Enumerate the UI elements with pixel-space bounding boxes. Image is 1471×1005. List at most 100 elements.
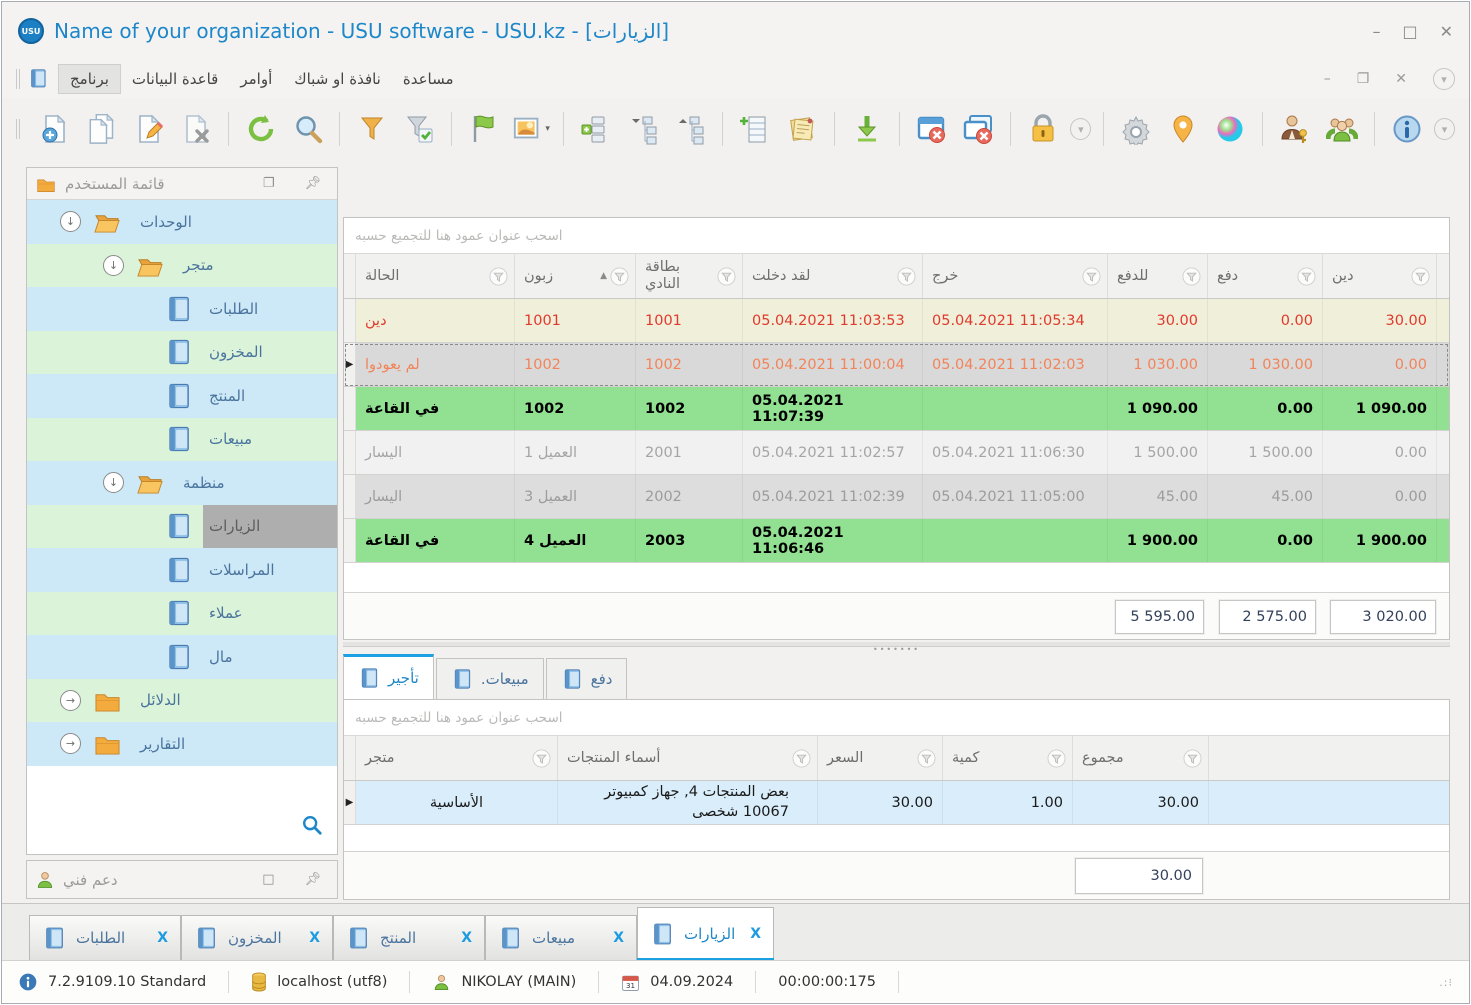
mdi-restore-button[interactable]: ❐ bbox=[1357, 71, 1370, 87]
doc-tab-2[interactable]: المنتجX bbox=[333, 915, 485, 960]
toolbar-grip[interactable] bbox=[16, 69, 20, 89]
column-header[interactable]: السعر bbox=[818, 736, 943, 780]
collapse-tree-icon[interactable] bbox=[623, 108, 663, 150]
collapse-twisty-icon[interactable]: ↓ bbox=[103, 472, 124, 493]
close-tab-icon[interactable]: X bbox=[309, 930, 320, 946]
minimize-button[interactable]: – bbox=[1372, 22, 1380, 41]
info-icon[interactable] bbox=[1387, 108, 1427, 150]
column-header[interactable]: بطاقة النادي bbox=[636, 254, 743, 298]
filter-funnel-icon[interactable] bbox=[1047, 749, 1066, 768]
add-table-icon[interactable] bbox=[735, 108, 775, 150]
close-window-icon[interactable] bbox=[912, 108, 952, 150]
notes-icon[interactable] bbox=[782, 108, 822, 150]
column-header[interactable]: متجر bbox=[356, 736, 558, 780]
close-tab-icon[interactable]: X bbox=[461, 930, 472, 946]
toolbar-overflow-chevron[interactable]: ▾ bbox=[1434, 118, 1455, 140]
column-header[interactable]: الحالة bbox=[356, 254, 515, 298]
refresh-icon[interactable] bbox=[241, 108, 281, 150]
detail-tab-1[interactable]: .مبيعات bbox=[436, 658, 544, 699]
tree-item-11[interactable]: →الدلائل bbox=[27, 679, 337, 723]
close-tab-icon[interactable]: X bbox=[157, 930, 168, 946]
column-header[interactable]: لقد دخلت bbox=[743, 254, 923, 298]
delete-record-icon[interactable] bbox=[176, 108, 216, 150]
filter-funnel-icon[interactable] bbox=[489, 267, 508, 286]
horizontal-splitter[interactable]: ••••••• bbox=[343, 642, 1450, 654]
flag-icon[interactable] bbox=[464, 108, 504, 150]
doc-tab-3[interactable]: مبيعاتX bbox=[485, 915, 637, 960]
edit-record-icon[interactable] bbox=[129, 108, 169, 150]
tree-item-12[interactable]: →التقارير bbox=[27, 722, 337, 766]
support-restore-button[interactable]: □ bbox=[262, 872, 274, 887]
toolbar-more-chevron[interactable]: ▾ bbox=[1070, 118, 1091, 140]
sidebar-float-button[interactable]: ❐ bbox=[263, 176, 275, 191]
column-header[interactable]: خرج bbox=[923, 254, 1108, 298]
new-record-icon[interactable] bbox=[35, 108, 75, 150]
tree-item-4[interactable]: المنتج bbox=[27, 374, 337, 418]
visits-table-row[interactable]: ▶لم يعودوا1002100205.04.2021 11:00:0405.… bbox=[344, 343, 1449, 387]
collapse-twisty-icon[interactable]: ↓ bbox=[60, 211, 81, 232]
import-icon[interactable] bbox=[847, 108, 887, 150]
doc-tab-0[interactable]: الطلباتX bbox=[29, 915, 181, 960]
tree-item-2[interactable]: الطلبات bbox=[27, 287, 337, 331]
filter-icon[interactable] bbox=[352, 108, 392, 150]
visits-groupby-bar[interactable]: اسحب عنوان عمود هنا للتجميع حسبه bbox=[344, 218, 1449, 254]
tree-item-3[interactable]: المخزون bbox=[27, 331, 337, 375]
close-all-windows-icon[interactable] bbox=[959, 108, 999, 150]
column-header[interactable]: أسماء المنتجات bbox=[558, 736, 818, 780]
filter-funnel-icon[interactable] bbox=[917, 749, 936, 768]
image-picker-icon[interactable]: ▾ bbox=[511, 108, 551, 150]
mdi-minimize-button[interactable]: – bbox=[1324, 71, 1331, 87]
menu-database[interactable]: قاعدة البيانات bbox=[121, 65, 229, 93]
visits-table-row[interactable]: في القاعة1002100205.04.2021 11:07:391 09… bbox=[344, 387, 1449, 431]
doc-tab-1[interactable]: المخزونX bbox=[181, 915, 333, 960]
maximize-button[interactable]: □ bbox=[1402, 22, 1417, 41]
filter-funnel-icon[interactable] bbox=[532, 749, 551, 768]
expand-twisty-icon[interactable]: → bbox=[60, 690, 81, 711]
close-button[interactable]: ✕ bbox=[1440, 22, 1453, 41]
filter-funnel-icon[interactable] bbox=[1182, 267, 1201, 286]
mdi-close-button[interactable]: ✕ bbox=[1395, 71, 1407, 87]
search-icon[interactable] bbox=[288, 108, 328, 150]
close-tab-icon[interactable]: X bbox=[613, 930, 624, 946]
menu-commands[interactable]: أوامر bbox=[229, 65, 283, 93]
settings-gear-icon[interactable] bbox=[1116, 108, 1156, 150]
expand-tree-icon[interactable] bbox=[670, 108, 710, 150]
detail-table-row[interactable]: ▶الأساسيةبعض المنتجات 4, جهاز كمبيوتر 10… bbox=[344, 781, 1449, 825]
filter-funnel-icon[interactable] bbox=[1183, 749, 1202, 768]
doc-tab-4[interactable]: الزياراتX bbox=[637, 907, 774, 960]
tree-item-6[interactable]: ↓منظمة bbox=[27, 461, 337, 505]
tree-item-10[interactable]: مال bbox=[27, 635, 337, 679]
filter-funnel-icon[interactable] bbox=[1411, 267, 1430, 286]
toolbar-grip-2[interactable] bbox=[16, 119, 20, 139]
tree-item-8[interactable]: المراسلات bbox=[27, 548, 337, 592]
visits-table-row[interactable]: في القاعةالعميل 4200305.04.2021 11:06:46… bbox=[344, 519, 1449, 563]
column-header[interactable]: زبون▲ bbox=[515, 254, 636, 298]
filter-funnel-icon[interactable] bbox=[792, 749, 811, 768]
column-header[interactable]: دفع bbox=[1208, 254, 1323, 298]
map-pin-icon[interactable] bbox=[1163, 108, 1203, 150]
filter-funnel-icon[interactable] bbox=[897, 267, 916, 286]
column-header[interactable]: دين bbox=[1323, 254, 1437, 298]
user-permissions-icon[interactable] bbox=[1275, 108, 1315, 150]
users-group-icon[interactable] bbox=[1322, 108, 1362, 150]
detail-tab-2[interactable]: دفع bbox=[546, 658, 628, 699]
column-header[interactable]: للدفع bbox=[1108, 254, 1208, 298]
support-pin-button[interactable]: 📌︎ bbox=[304, 872, 321, 887]
menu-help[interactable]: مساعدة bbox=[392, 65, 465, 93]
column-header[interactable]: كمية bbox=[943, 736, 1073, 780]
menu-window[interactable]: نافذة او شباك bbox=[283, 65, 392, 93]
visits-table-row[interactable]: دين1001100105.04.2021 11:03:5305.04.2021… bbox=[344, 299, 1449, 343]
add-rows-icon[interactable] bbox=[576, 108, 616, 150]
menu-overflow-chevron[interactable]: ▾ bbox=[1433, 68, 1455, 90]
filter-funnel-icon[interactable] bbox=[1082, 267, 1101, 286]
lock-icon[interactable] bbox=[1023, 108, 1063, 150]
tree-item-7[interactable]: الزيارات bbox=[27, 505, 337, 549]
tree-item-9[interactable]: عملاء bbox=[27, 592, 337, 636]
filter-apply-icon[interactable] bbox=[399, 108, 439, 150]
resize-grip[interactable]: .:⁝ bbox=[1439, 976, 1453, 989]
filter-funnel-icon[interactable] bbox=[610, 267, 629, 286]
close-tab-icon[interactable]: X bbox=[750, 926, 761, 942]
expand-twisty-icon[interactable]: → bbox=[60, 733, 81, 754]
filter-funnel-icon[interactable] bbox=[1297, 267, 1316, 286]
filter-funnel-icon[interactable] bbox=[717, 267, 736, 286]
